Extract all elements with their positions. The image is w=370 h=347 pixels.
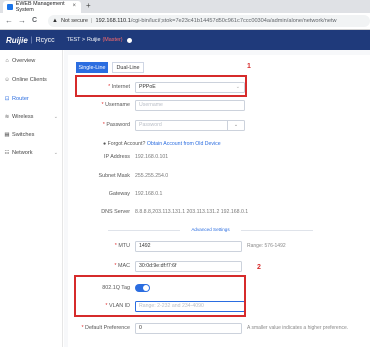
show-password-icon[interactable]: ⌄ (227, 119, 244, 131)
sidebar-item-label: Router (12, 96, 29, 102)
master-tag: (Master) (102, 37, 123, 43)
tab-title: EWEB Management System (15, 1, 65, 13)
subnet-value: 255.255.254.0 (135, 173, 169, 179)
breadcrumb[interactable]: TEST > Ruijie (Master) (67, 37, 132, 43)
browser-tab[interactable]: EWEB Management System × (3, 1, 81, 13)
reload-icon[interactable]: C (32, 17, 37, 24)
clients-icon: ☺ (4, 77, 10, 83)
network-icon: ☷ (4, 150, 10, 156)
router-icon: ⊡ (4, 96, 10, 102)
sidebar-item-switches[interactable]: ▦ Switches (4, 130, 60, 140)
not-secure-label: Not secure (60, 18, 89, 24)
gateway-row: Gateway 192.168.0.1 (68, 188, 368, 200)
mac-row: * MAC 30:0d:9e:df:f7:6f (68, 260, 368, 272)
warning-icon: ▲ (52, 18, 58, 24)
annotation-marker-1: 1 (247, 63, 251, 70)
info-icon: ● (103, 141, 107, 147)
mtu-label: * MTU (114, 243, 130, 249)
username-row: * Username Username (68, 99, 368, 111)
dns-label: DNS Server (101, 209, 130, 215)
highlight-box-internet (75, 75, 247, 97)
sidebar-item-router[interactable]: ⊡ Router (4, 94, 60, 104)
sidebar-item-label: Overview (12, 58, 36, 64)
address-bar: ← → C ▲ Not secure | 192.168.110.1 /cgi-… (0, 13, 370, 30)
ip-row: IP Address 192.168.0.101 (68, 151, 368, 163)
subnet-row: Subnet Mask 255.255.254.0 (68, 170, 368, 182)
rcycc-logo: Rcycc (35, 36, 55, 44)
highlight-box-vlan (74, 275, 246, 317)
url-host: 192.168.110.1 (95, 18, 131, 24)
url-path: /cgi-bin/luci/;stok=7e23c41b14457d50c961… (130, 18, 337, 24)
breadcrumb-device: Ruijie (87, 37, 101, 43)
gateway-label: Gateway (108, 191, 130, 197)
ip-label: IP Address (104, 154, 130, 160)
password-input[interactable]: Password ⌄ (135, 119, 245, 131)
sidebar-item-label: Switches (12, 132, 35, 138)
obtain-account-link[interactable]: Obtain Account from Old Device (147, 141, 221, 147)
status-dot-icon (126, 37, 132, 43)
dns-row: DNS Server 8.8.8.8,203.113.131.1 203.113… (68, 206, 368, 218)
dns-value: 8.8.8.8,203.113.131.1 203.113.131.2 192.… (135, 209, 249, 215)
forgot-text: Forgot Account? (107, 141, 146, 147)
tab-dual-line[interactable]: Dual-Line (112, 62, 144, 73)
wifi-icon: ≋ (4, 114, 10, 120)
favicon-icon (7, 4, 13, 10)
username-input[interactable]: Username (135, 99, 245, 111)
logo-separator: | (30, 36, 33, 44)
sidebar-item-label: Wireless (12, 114, 34, 120)
chevron-down-icon: ⌄ (53, 150, 58, 156)
url-separator: | (91, 18, 93, 24)
default-preference-input[interactable]: 0 (135, 322, 242, 334)
sidebar: ⌂ Overview ☺ Online Clients ⊡ Router ≋ W… (0, 50, 63, 347)
sidebar-item-overview[interactable]: ⌂ Overview (4, 56, 60, 66)
gateway-value: 192.168.0.1 (135, 191, 163, 197)
advanced-settings-divider: Advanced Settings (108, 227, 313, 233)
password-placeholder: Password (139, 122, 162, 128)
sidebar-item-online-clients[interactable]: ☺ Online Clients (4, 75, 60, 85)
mtu-row: * MTU 1492 Range: 576-1492 (68, 240, 368, 252)
ip-value: 192.168.0.101 (135, 154, 169, 160)
chevron-down-icon: ⌄ (53, 114, 58, 120)
advanced-settings-toggle[interactable]: Advanced Settings (183, 227, 238, 232)
tab-single-line[interactable]: Single-Line (76, 62, 108, 73)
divider-line (241, 230, 313, 231)
sidebar-item-wireless[interactable]: ≋ Wireless ⌄ (4, 112, 60, 122)
sidebar-item-network[interactable]: ☷ Network ⌄ (4, 148, 60, 158)
url-input[interactable]: ▲ Not secure | 192.168.110.1 /cgi-bin/lu… (48, 15, 370, 27)
mtu-hint: Range: 576-1492 (247, 243, 286, 249)
default-preference-row: * Default Preference 0 A smaller value i… (68, 322, 368, 334)
mac-label: * MAC (114, 263, 130, 269)
home-icon: ⌂ (5, 58, 9, 64)
default-preference-hint: A smaller value indicates a higher prefe… (247, 325, 349, 331)
forward-icon[interactable]: → (18, 16, 26, 25)
back-icon[interactable]: ← (5, 16, 13, 25)
ruijie-logo: Ruijie (6, 35, 28, 45)
forgot-account: ● Forgot Account? Obtain Account from Ol… (103, 141, 221, 147)
divider-line (108, 230, 180, 231)
password-row: * Password Password ⌄ (68, 119, 368, 131)
browser-tab-bar: EWEB Management System × + (0, 0, 370, 13)
breadcrumb-prefix: TEST > (66, 37, 85, 43)
mac-input[interactable]: 30:0d:9e:df:f7:6f (135, 260, 242, 272)
sidebar-item-label: Online Clients (12, 77, 47, 83)
subnet-label: Subnet Mask (98, 173, 130, 179)
default-preference-label: * Default Preference (81, 325, 130, 331)
username-label: * Username (101, 102, 130, 108)
app-header: Ruijie | Rcycc TEST > Ruijie (Master) (0, 30, 370, 50)
close-icon[interactable]: × (72, 3, 76, 9)
annotation-marker-2: 2 (257, 264, 261, 271)
new-tab-icon[interactable]: + (86, 1, 91, 10)
password-label: * Password (102, 122, 130, 128)
sidebar-item-label: Network (12, 150, 33, 156)
mtu-input[interactable]: 1492 (135, 240, 242, 252)
switch-icon: ▦ (4, 132, 10, 138)
